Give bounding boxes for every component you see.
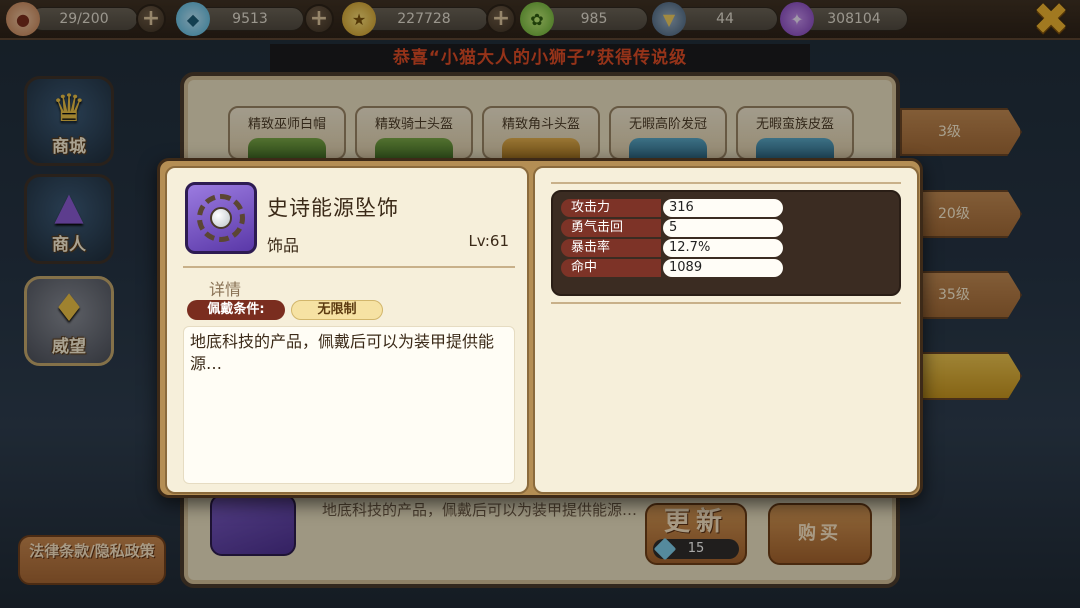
- stat-name: 攻击力: [561, 199, 661, 217]
- stats-table: 攻击力 316 勇气击回 5 暴击率 12.7% 命中 1089: [551, 190, 901, 296]
- pendant-icon: [185, 182, 257, 254]
- stat-name: 命中: [561, 259, 661, 277]
- item-name: 史诗能源坠饰: [267, 196, 399, 220]
- requirement-value: 无限制: [291, 300, 383, 320]
- stat-value: 5: [663, 219, 783, 237]
- divider: [551, 302, 901, 304]
- requirement-label: 佩戴条件:: [187, 300, 285, 320]
- item-detail-modal: 史诗能源坠饰 饰品 Lv:61 详情 佩戴条件: 无限制 地底科技的产品，佩戴后…: [157, 158, 923, 498]
- stat-row: 命中 1089: [561, 258, 899, 278]
- gem-icon: [210, 207, 232, 229]
- chain-icon: [197, 194, 245, 242]
- item-description: 地底科技的产品，佩戴后可以为装甲提供能源…: [183, 326, 515, 484]
- item-info-pane: 史诗能源坠饰 饰品 Lv:61 详情 佩戴条件: 无限制 地底科技的产品，佩戴后…: [165, 166, 529, 494]
- item-level: Lv:61: [468, 232, 509, 250]
- divider: [551, 182, 901, 184]
- detail-heading: 详情: [209, 280, 242, 299]
- stat-name: 勇气击回: [561, 219, 661, 237]
- stat-value: 316: [663, 199, 783, 217]
- stat-value: 1089: [663, 259, 783, 277]
- divider: [183, 266, 515, 268]
- item-stats-pane: 攻击力 316 勇气击回 5 暴击率 12.7% 命中 1089: [533, 166, 919, 494]
- stat-name: 暴击率: [561, 239, 661, 257]
- stat-row: 攻击力 316: [561, 198, 899, 218]
- stat-row: 勇气击回 5: [561, 218, 899, 238]
- stat-value: 12.7%: [663, 239, 783, 257]
- item-type: 饰品: [267, 236, 300, 255]
- stat-row: 暴击率 12.7%: [561, 238, 899, 258]
